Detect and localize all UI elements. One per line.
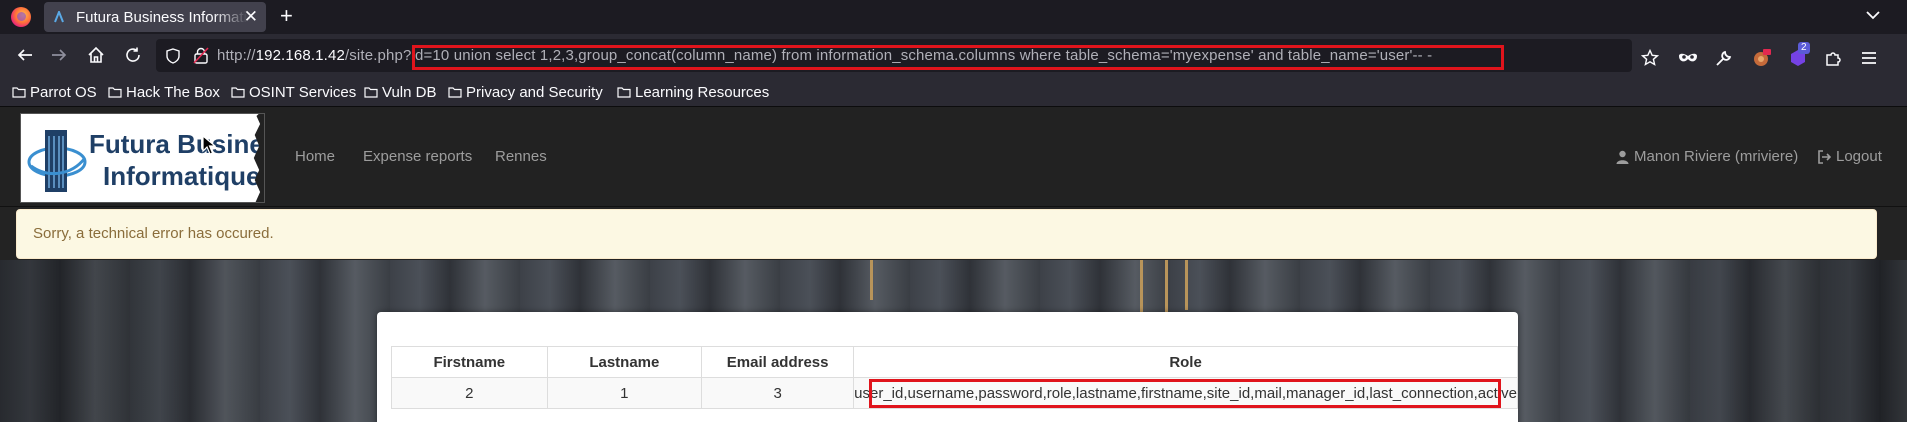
folder-icon	[448, 87, 462, 98]
bookmark-star-icon[interactable]	[1637, 45, 1663, 71]
forward-arrow-icon[interactable]	[46, 42, 72, 68]
column-header-email: Email address	[701, 346, 855, 378]
logout-icon	[1818, 149, 1831, 164]
decor-lamp	[1185, 260, 1188, 310]
logout-label: Logout	[1836, 148, 1882, 165]
extension-badge-icon[interactable]: 2	[1785, 42, 1811, 71]
url-bar[interactable]: http://192.168.1.42/site.php?id=10 union…	[156, 39, 1632, 72]
bookmark-folder-vuln-db[interactable]: Vuln DB	[364, 82, 436, 102]
column-header-lastname: Lastname	[546, 346, 703, 378]
mouse-cursor-icon	[202, 135, 216, 155]
column-header-role: Role	[853, 346, 1518, 378]
site-navbar: Futura Business Informatique Home Expens…	[0, 107, 1907, 207]
user-name: Manon Riviere (mriviere)	[1634, 148, 1799, 165]
tab-active[interactable]: Futura Business Informatique ✕	[44, 2, 266, 32]
results-panel: Firstname Lastname Email address Role 2 …	[377, 312, 1518, 422]
cell-firstname: 2	[391, 377, 548, 409]
tracking-shield-icon[interactable]	[165, 48, 181, 64]
logo-text-line2: Informatique	[103, 161, 261, 191]
site-favicon-icon	[54, 11, 64, 23]
nav-link-expense-reports[interactable]: Expense reports	[363, 148, 472, 165]
cell-lastname: 1	[546, 377, 703, 409]
logout-link[interactable]: Logout	[1817, 148, 1882, 165]
wrench-icon[interactable]	[1711, 45, 1737, 71]
tab-title: Futura Business Informatique	[76, 9, 248, 26]
site-logo[interactable]: Futura Business Informatique	[20, 113, 265, 203]
user-icon	[1616, 150, 1629, 164]
table-row: 2 1 3 user_id,username,password,role,las…	[391, 377, 1518, 409]
bookmark-label: Vuln DB	[382, 83, 437, 101]
folder-icon	[364, 87, 378, 98]
insecure-lock-icon[interactable]	[193, 47, 209, 64]
bookmark-label: Learning Resources	[635, 83, 770, 101]
nav-link-home[interactable]: Home	[295, 148, 335, 165]
bookmark-folder-parrot-os[interactable]: Parrot OS	[12, 82, 97, 102]
new-tab-icon[interactable]: +	[280, 4, 293, 28]
user-menu[interactable]: Manon Riviere (mriviere)	[1616, 148, 1798, 165]
decor-lamp	[870, 260, 873, 300]
url-path: /site.php	[344, 47, 404, 64]
url-prefix: http://	[217, 47, 256, 64]
extensions-puzzle-icon[interactable]	[1820, 45, 1846, 71]
tab-strip: Futura Business Informatique ✕ +	[0, 0, 1907, 34]
url-query: ?id=10 union select 1,2,3,group_concat(c…	[403, 47, 1433, 64]
tab-close-icon[interactable]: ✕	[244, 7, 258, 27]
bookmark-folder-hack-the-box[interactable]: Hack The Box	[108, 82, 220, 102]
url-host: 192.168.1.42	[255, 47, 345, 64]
bookmark-label: Parrot OS	[30, 83, 97, 101]
firefox-logo-icon[interactable]	[11, 7, 31, 27]
bookmark-label: Privacy and Security	[466, 83, 603, 101]
error-alert: Sorry, a technical error has occured.	[16, 209, 1877, 259]
folder-icon	[12, 87, 26, 98]
bookmark-label: Hack The Box	[126, 83, 220, 101]
url-text[interactable]: http://192.168.1.42/site.php?id=10 union…	[217, 47, 1432, 64]
navigation-toolbar: http://192.168.1.42/site.php?id=10 union…	[0, 34, 1907, 77]
logo-text-line1: Futura Business	[89, 129, 264, 159]
app-menu-hamburger-icon[interactable]	[1856, 45, 1882, 71]
bookmark-folder-learning-resources[interactable]: Learning Resources	[617, 82, 769, 102]
reload-icon[interactable]	[120, 42, 146, 68]
tab-list-chevron-icon[interactable]	[1863, 5, 1883, 25]
back-arrow-icon[interactable]	[12, 42, 38, 68]
table-header-row: Firstname Lastname Email address Role	[391, 346, 1518, 378]
bookmark-folder-privacy-and-security[interactable]: Privacy and Security	[448, 82, 603, 102]
home-icon[interactable]	[83, 42, 109, 68]
folder-icon	[231, 87, 245, 98]
extension-badge-count: 2	[1798, 42, 1810, 54]
decor-lamp	[1140, 260, 1143, 320]
building-logo-icon	[27, 130, 87, 192]
cell-email: 3	[701, 377, 855, 409]
extension-ublock-icon[interactable]	[1748, 45, 1774, 71]
alert-text: Sorry, a technical error has occured.	[33, 225, 274, 242]
bookmark-label: OSINT Services	[249, 83, 357, 101]
column-header-firstname: Firstname	[391, 346, 548, 378]
nav-link-rennes[interactable]: Rennes	[495, 148, 547, 165]
bookmarks-toolbar: Parrot OS Hack The Box OSINT Services Vu…	[0, 77, 1907, 107]
results-table: Firstname Lastname Email address Role 2 …	[391, 346, 1518, 409]
folder-icon	[617, 87, 631, 98]
cell-role: user_id,username,password,role,lastname,…	[853, 377, 1518, 409]
private-mask-icon[interactable]	[1675, 45, 1701, 71]
folder-icon	[108, 87, 122, 98]
bookmark-folder-osint-services[interactable]: OSINT Services	[231, 82, 356, 102]
